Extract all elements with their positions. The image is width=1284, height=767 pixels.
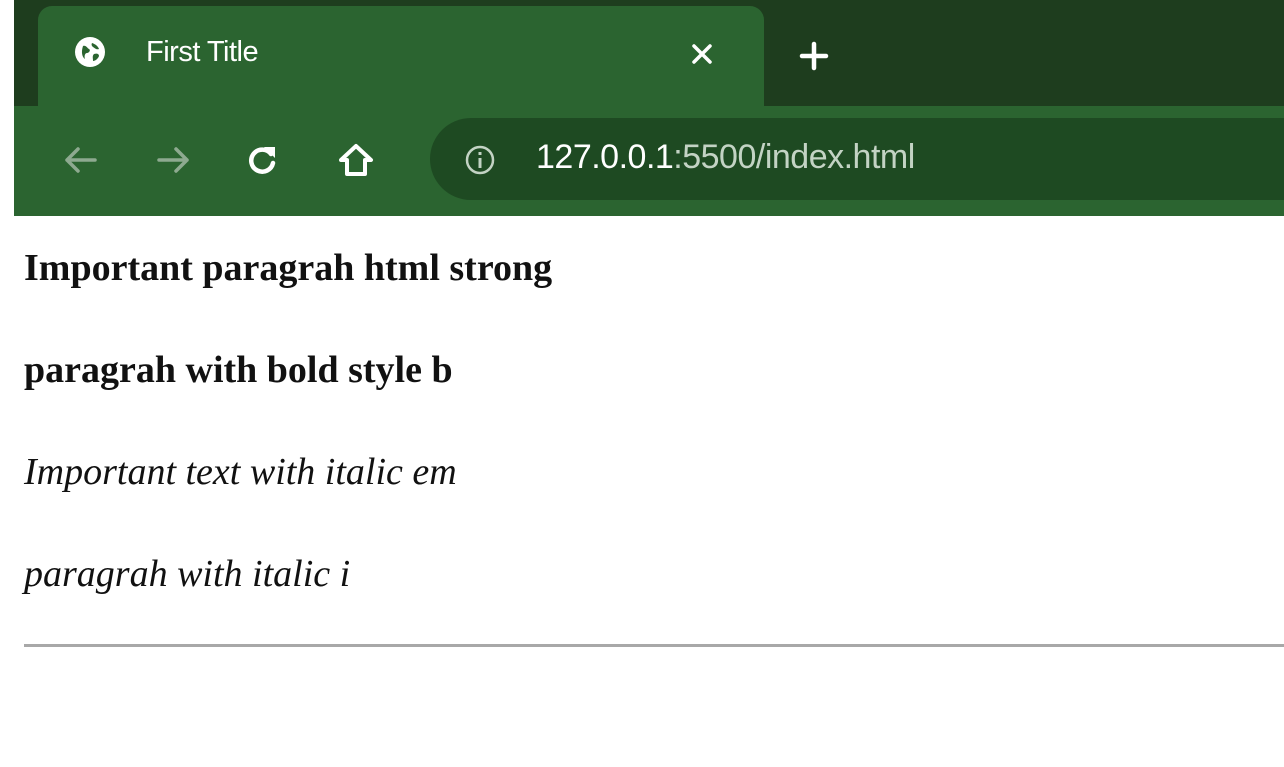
home-icon bbox=[339, 144, 373, 176]
strong-paragraph: Important paragrah html strong bbox=[24, 247, 553, 289]
close-icon[interactable] bbox=[686, 38, 718, 70]
arrow-right-icon bbox=[157, 147, 189, 173]
tab-strip: First Title bbox=[14, 0, 1284, 106]
plus-icon bbox=[799, 41, 829, 71]
back-button[interactable] bbox=[56, 134, 104, 186]
url-path: :5500/index.html bbox=[673, 138, 915, 176]
forward-button[interactable] bbox=[150, 134, 198, 186]
bold-paragraph: paragrah with bold style b bbox=[24, 349, 453, 391]
reload-button[interactable] bbox=[238, 134, 286, 186]
window-edge bbox=[0, 0, 14, 767]
url-host: 127.0.0.1 bbox=[536, 138, 674, 176]
new-tab-button[interactable] bbox=[794, 36, 834, 76]
home-button[interactable] bbox=[332, 134, 380, 186]
tab-title: First Title bbox=[146, 36, 259, 68]
info-icon[interactable] bbox=[464, 144, 496, 176]
url-text[interactable]: 127.0.0.1:5500/index.html bbox=[536, 138, 915, 177]
em-paragraph: Important text with italic em bbox=[24, 451, 457, 493]
globe-icon bbox=[74, 36, 106, 68]
italic-paragraph: paragrah with italic i bbox=[24, 553, 351, 595]
horizontal-rule bbox=[24, 644, 1284, 647]
arrow-left-icon bbox=[65, 147, 97, 173]
tab-first-title[interactable]: First Title bbox=[38, 6, 764, 106]
reload-icon bbox=[249, 147, 276, 174]
